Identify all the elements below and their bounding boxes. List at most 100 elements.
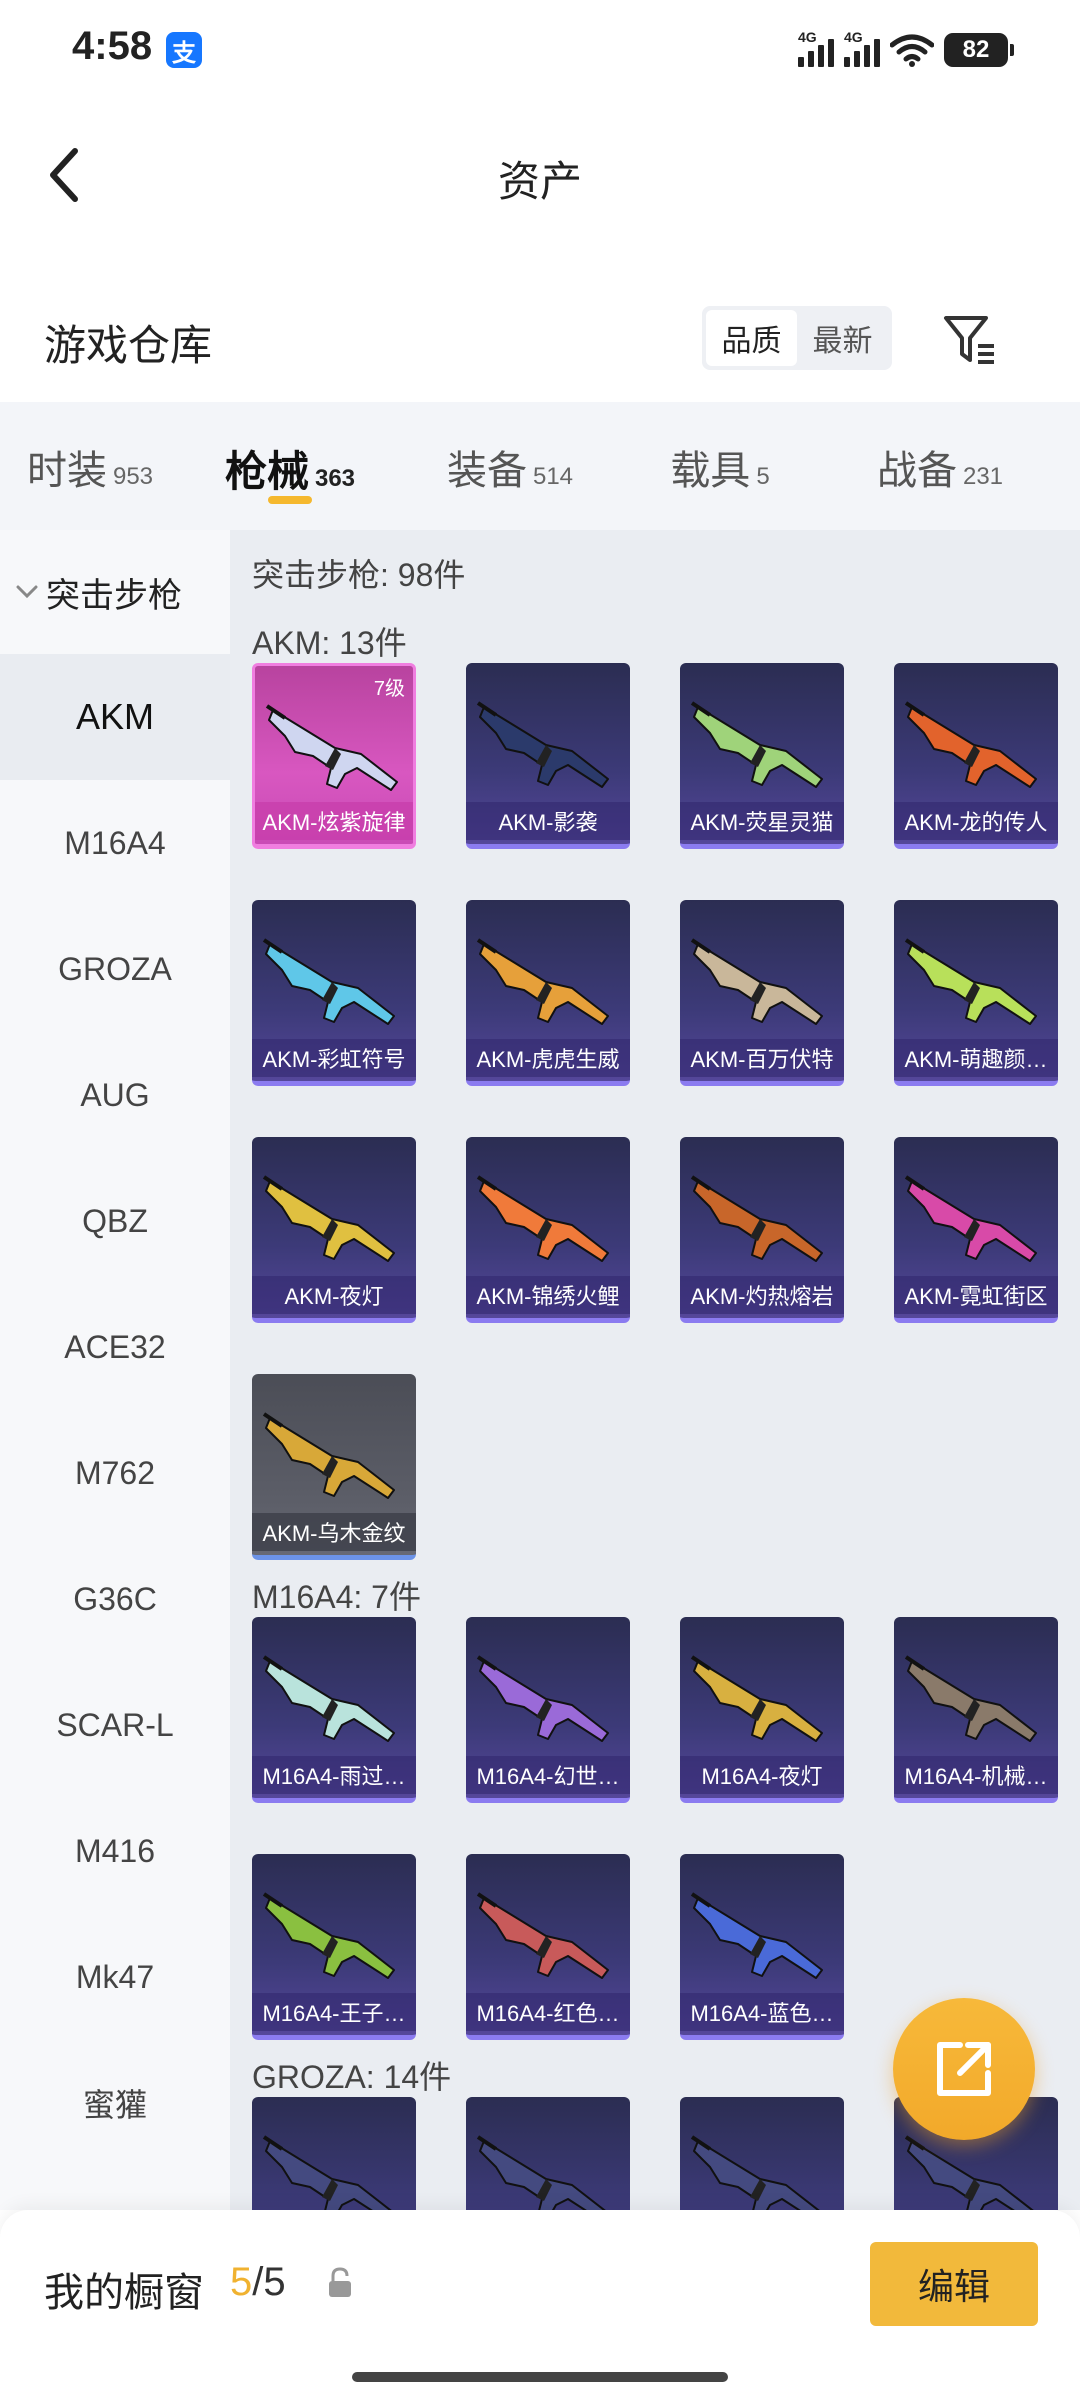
rifle-icon [262,1655,395,1742]
weapon-card[interactable]: AKM-霓虹街区 [894,1137,1058,1323]
rifle-icon [265,704,398,791]
weapon-name: AKM-夜灯 [252,1276,416,1314]
weapon-name: M16A4-夜灯 [680,1756,844,1794]
sidebar-item-groza[interactable]: GROZA [0,906,230,1032]
weapon-card[interactable]: M16A4-蓝色… [680,1854,844,2040]
rifle-icon [690,1655,823,1742]
rifle-icon [690,938,823,1025]
sidebar-item-aug[interactable]: AUG [0,1032,230,1158]
rifle-icon [690,1175,823,1262]
weapon-card[interactable]: AKM-灼热熔岩 [680,1137,844,1323]
weapon-card[interactable]: AKM-龙的传人 [894,663,1058,849]
weapon-card[interactable]: M16A4-机械… [894,1617,1058,1803]
weapon-name: AKM-霓虹街区 [894,1276,1058,1314]
weapon-card[interactable]: AKM-百万伏特 [680,900,844,1086]
sidebar-item-qbz[interactable]: QBZ [0,1158,230,1284]
rifle-icon [904,1655,1037,1742]
sidebar-item-ace32[interactable]: ACE32 [0,1284,230,1410]
weapon-name: M16A4-机械… [894,1756,1058,1794]
rifle-icon [904,2135,1034,2210]
sidebar-item-g36c[interactable]: G36C [0,1536,230,1662]
tab-firearms[interactable]: 枪械 363 [180,402,400,530]
home-indicator [352,2372,728,2382]
sidebar-item-m416[interactable]: M416 [0,1788,230,1914]
weapon-name: M16A4-王子… [252,1993,416,2031]
weapon-name: AKM-彩虹符号 [252,1039,416,1077]
rifle-icon [262,1892,395,1979]
page-title: 资产 [497,158,582,205]
weapon-name: AKM-萌趣颜… [894,1039,1058,1077]
weapon-card[interactable]: AKM-影袭 [466,663,630,849]
section-heading: M16A4: 7件 [252,1579,421,1615]
tab-supplies[interactable]: 战备 231 [820,402,1060,530]
weapon-card[interactable]: AKM-荧星灵猫 [680,663,844,849]
weapon-card[interactable]: AKM-彩虹符号 [252,900,416,1086]
weapon-card[interactable]: M16A4-红色… [466,1854,630,2040]
section-heading: AKM: 13件 [252,625,407,661]
category-tabs: 时装 953 枪械 363 装备 514 载具 5 战备 231 [0,402,1080,530]
weapon-name: M16A4-蓝色… [680,1993,844,2031]
weapon-name: AKM-乌木金纹 [252,1513,416,1551]
weapon-card[interactable] [466,2097,630,2210]
sidebar-group-assault-rifles[interactable]: 突击步枪 [0,530,230,654]
sidebar-item-m16a4[interactable]: M16A4 [0,780,230,906]
weapon-card[interactable] [252,2097,416,2210]
battery-indicator: 82 [944,33,1014,67]
weapon-card[interactable]: AKM-萌趣颜… [894,900,1058,1086]
weapon-card[interactable]: AKM-锦绣火鲤 [466,1137,630,1323]
sidebar-item-m762[interactable]: M762 [0,1410,230,1536]
rifle-icon [262,938,395,1025]
rifle-icon [262,2135,392,2210]
weapon-name: AKM-灼热熔岩 [680,1276,844,1314]
weapon-name: AKM-荧星灵猫 [680,802,844,840]
sort-option-latest[interactable]: 最新 [797,310,888,366]
warehouse-row: 游戏仓库 品质 最新 [0,290,1080,400]
weapon-card[interactable]: 7级 AKM-炫紫旋律 [252,663,416,849]
filter-icon[interactable] [940,310,1000,370]
rifle-icon [476,1655,609,1742]
network-label: 4G [798,29,817,45]
weapon-grid: 突击步枪: 98件 AKM: 13件 7级 AKM-炫紫旋律 AKM-影袭 AKM-荧星… [230,530,1080,2210]
weapon-name: AKM-锦绣火鲤 [466,1276,630,1314]
network-label: 4G [844,29,863,45]
weapon-card[interactable]: AKM-乌木金纹 [252,1374,416,1560]
weapon-card[interactable]: AKM-虎虎生威 [466,900,630,1086]
sort-option-quality[interactable]: 品质 [706,310,797,366]
weapon-name: M16A4-幻世… [466,1756,630,1794]
signal-icon: 4G [798,29,834,67]
sidebar-item-mk47[interactable]: Mk47 [0,1914,230,2040]
rifle-icon [690,701,823,788]
rifle-icon [476,2135,606,2210]
header: 资产 [0,110,1080,240]
share-icon [937,2042,991,2096]
rifle-icon [904,1175,1037,1262]
tab-equipment[interactable]: 装备 514 [400,402,620,530]
edit-button[interactable]: 编辑 [870,2242,1038,2326]
sidebar-item-scar-l[interactable]: SCAR-L [0,1662,230,1788]
rifle-icon [476,701,609,788]
sort-toggle: 品质 最新 [702,306,892,370]
weapon-name: M16A4-红色… [466,1993,630,2031]
weapon-card[interactable]: M16A4-王子… [252,1854,416,2040]
rifle-icon [904,701,1037,788]
share-button[interactable] [893,1998,1035,2140]
weapon-card[interactable]: M16A4-幻世… [466,1617,630,1803]
tab-fashion[interactable]: 时装 953 [0,402,180,530]
rifle-icon [690,1892,823,1979]
weapon-card[interactable]: M16A4-夜灯 [680,1617,844,1803]
sidebar-item-akm[interactable]: AKM [0,654,230,780]
weapon-card[interactable]: AKM-夜灯 [252,1137,416,1323]
rifle-icon [476,938,609,1025]
weapon-card[interactable] [680,2097,844,2210]
tab-vehicles[interactable]: 载具 5 [620,402,820,530]
alipay-icon: 支 [166,32,202,68]
weapon-card[interactable]: M16A4-雨过… [252,1617,416,1803]
rifle-icon [476,1175,609,1262]
weapon-name: AKM-炫紫旋律 [255,802,413,840]
sidebar-item-honey-badger[interactable]: 蜜獾 [0,2040,230,2166]
chevron-down-icon [16,585,38,599]
active-tab-indicator [268,496,312,504]
status-time: 4:58 [72,24,153,68]
showcase-label: 我的橱窗 [44,2271,204,2315]
weapon-name: M16A4-雨过… [252,1756,416,1794]
